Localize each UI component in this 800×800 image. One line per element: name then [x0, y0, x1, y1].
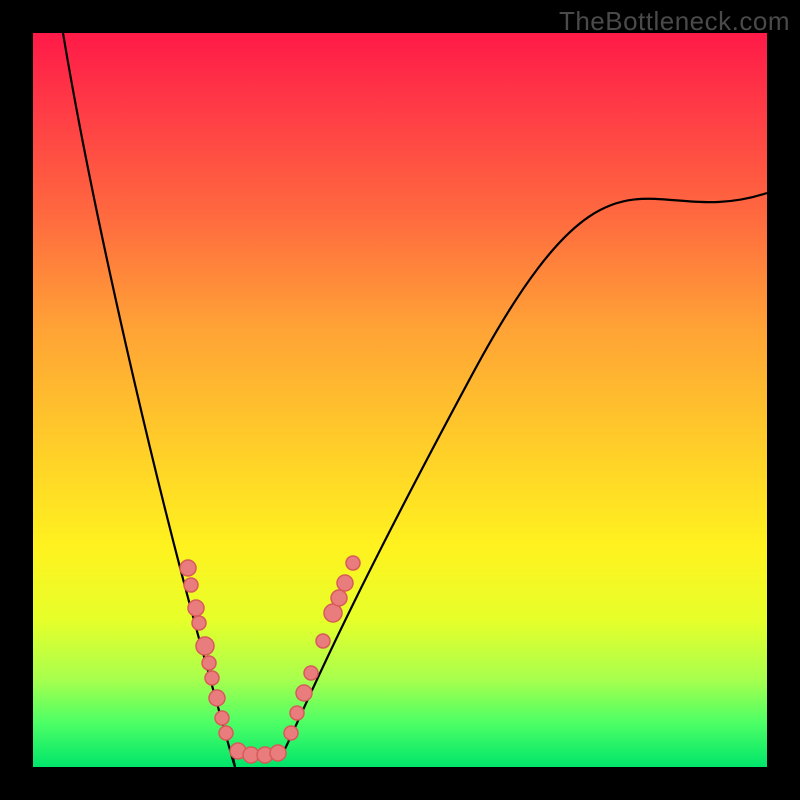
data-dot [196, 637, 214, 655]
data-dot [331, 590, 347, 606]
data-dot [337, 575, 353, 591]
chart-container: TheBottleneck.com [0, 0, 800, 800]
data-dot [304, 666, 318, 680]
data-dot [209, 690, 225, 706]
data-dot [180, 560, 196, 576]
data-dot [296, 685, 312, 701]
data-dot [346, 556, 360, 570]
bottleneck-curve [63, 33, 767, 767]
data-dot [284, 726, 298, 740]
watermark-text: TheBottleneck.com [559, 6, 790, 37]
data-dot [270, 745, 286, 761]
data-dot [192, 616, 206, 630]
data-dot [290, 706, 304, 720]
data-dot [184, 578, 198, 592]
data-dot [215, 711, 229, 725]
plot-area [33, 33, 767, 767]
data-dots [180, 556, 360, 763]
data-dot [219, 726, 233, 740]
data-dot [202, 656, 216, 670]
data-dot [316, 634, 330, 648]
curve-overlay [33, 33, 767, 767]
data-dot [188, 600, 204, 616]
data-dot [205, 671, 219, 685]
